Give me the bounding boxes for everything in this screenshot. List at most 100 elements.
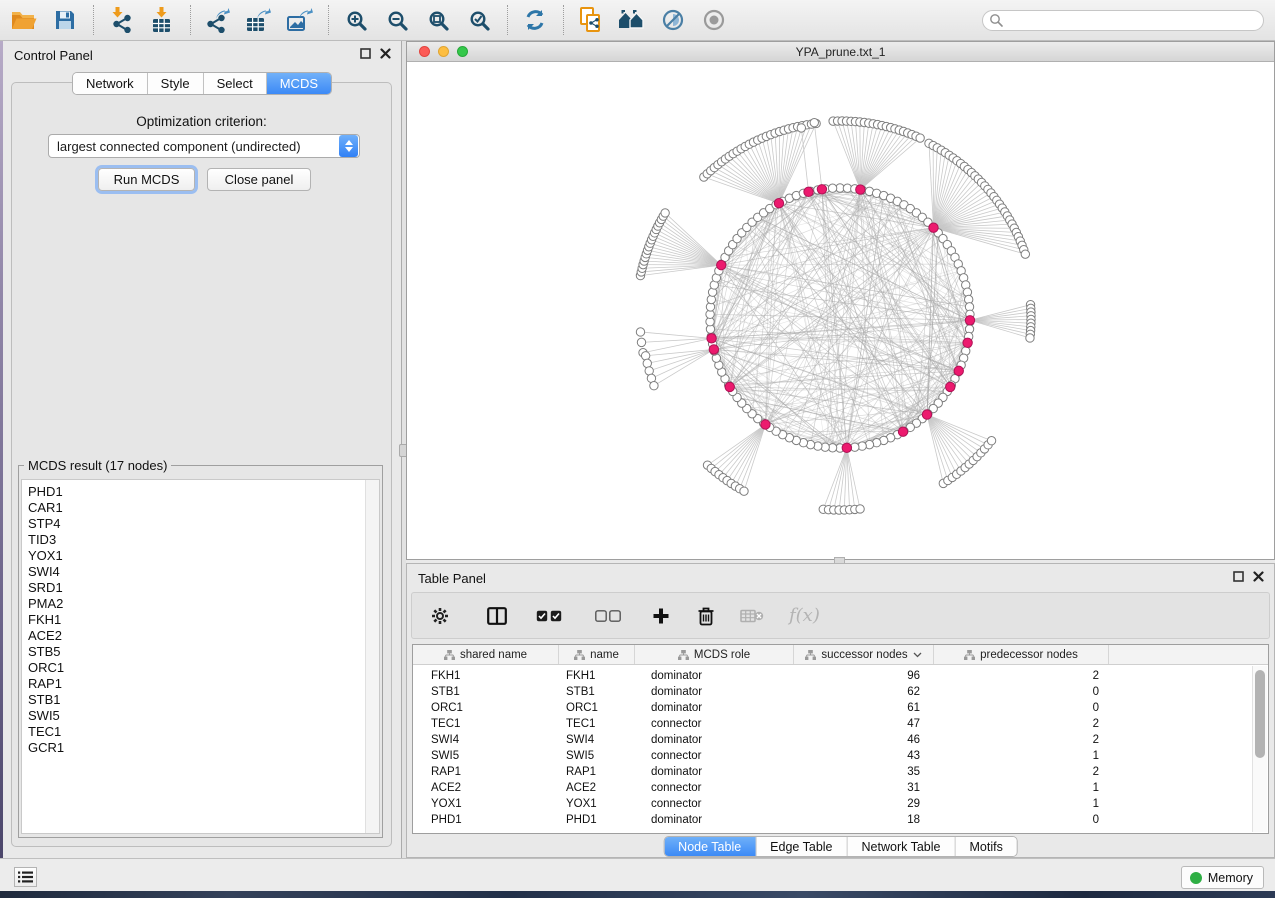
- tab-style[interactable]: Style: [148, 73, 204, 94]
- export-network-icon[interactable]: [203, 5, 233, 35]
- open-file-icon[interactable]: [9, 5, 39, 35]
- mcds-hub-node[interactable]: [709, 345, 718, 354]
- tab-edge-table[interactable]: Edge Table: [756, 837, 847, 856]
- mcds-result-item[interactable]: SWI4: [28, 564, 379, 580]
- mcds-result-item[interactable]: SRD1: [28, 580, 379, 596]
- table-row[interactable]: SWI4SWI4dominator462: [413, 732, 1268, 748]
- mcds-hub-node[interactable]: [842, 443, 851, 452]
- show-all-icon[interactable]: [699, 5, 729, 35]
- table-row[interactable]: ORC1ORC1dominator610: [413, 700, 1268, 716]
- export-table-icon[interactable]: [244, 5, 274, 35]
- network-window-titlebar[interactable]: YPA_prune.txt_1: [407, 42, 1274, 62]
- close-panel-icon[interactable]: [1253, 571, 1264, 582]
- column-header-name[interactable]: name: [559, 645, 635, 664]
- table-scrollbar[interactable]: [1252, 666, 1267, 832]
- search-input[interactable]: [1004, 14, 1263, 28]
- column-label: successor nodes: [821, 649, 907, 661]
- column-header-MCDS-role[interactable]: MCDS role: [635, 645, 794, 664]
- import-network-icon[interactable]: [106, 5, 136, 35]
- close-panel-button[interactable]: Close panel: [207, 168, 311, 191]
- tab-motifs[interactable]: Motifs: [955, 837, 1016, 856]
- table-row[interactable]: PHD1PHD1dominator180: [413, 812, 1268, 828]
- mcds-hub-node[interactable]: [963, 338, 972, 347]
- mcds-list-scrollbar[interactable]: [365, 480, 379, 833]
- table-row[interactable]: YOX1YOX1connector291: [413, 796, 1268, 812]
- search-box[interactable]: [982, 10, 1264, 31]
- table-row[interactable]: TEC1TEC1connector472: [413, 716, 1268, 732]
- mcds-result-item[interactable]: PMA2: [28, 596, 379, 612]
- table-row[interactable]: RAP1RAP1dominator352: [413, 764, 1268, 780]
- mcds-hub-node[interactable]: [929, 223, 938, 232]
- mcds-result-item[interactable]: STB1: [28, 692, 379, 708]
- memory-button[interactable]: Memory: [1181, 866, 1264, 889]
- mcds-hub-node[interactable]: [817, 185, 826, 194]
- float-panel-icon[interactable]: [1233, 571, 1244, 582]
- column-header-successor-nodes[interactable]: successor nodes: [794, 645, 934, 664]
- column-label: MCDS role: [694, 649, 750, 661]
- zoom-selected-icon[interactable]: [464, 5, 494, 35]
- apply-preferred-layout-icon[interactable]: [520, 5, 550, 35]
- mcds-result-item[interactable]: ACE2: [28, 628, 379, 644]
- tab-node-table[interactable]: Node Table: [664, 837, 756, 856]
- column-settings-icon[interactable]: [430, 606, 450, 626]
- show-columns-icon[interactable]: [487, 607, 507, 625]
- mcds-result-item[interactable]: PHD1: [28, 484, 379, 500]
- mcds-result-item[interactable]: SWI5: [28, 708, 379, 724]
- table-row[interactable]: SWI5SWI5connector431: [413, 748, 1268, 764]
- table-row[interactable]: FKH1FKH1dominator962: [413, 668, 1268, 684]
- memory-status-icon: [1190, 872, 1202, 884]
- clone-network-icon[interactable]: [576, 5, 606, 35]
- select-all-icon[interactable]: [536, 610, 562, 622]
- run-mcds-button[interactable]: Run MCDS: [98, 168, 195, 191]
- save-session-icon[interactable]: [50, 5, 80, 35]
- mcds-hub-node[interactable]: [946, 382, 955, 391]
- table-row[interactable]: ACE2ACE2connector311: [413, 780, 1268, 796]
- float-panel-icon[interactable]: [360, 48, 371, 59]
- task-history-button[interactable]: [14, 867, 37, 887]
- mcds-result-item[interactable]: RAP1: [28, 676, 379, 692]
- mcds-result-item[interactable]: ORC1: [28, 660, 379, 676]
- criterion-dropdown[interactable]: largest connected component (undirected): [48, 134, 360, 158]
- mcds-result-item[interactable]: YOX1: [28, 548, 379, 564]
- import-table-icon[interactable]: [147, 5, 177, 35]
- mcds-hub-node[interactable]: [965, 316, 974, 325]
- add-column-icon[interactable]: [652, 607, 670, 625]
- mcds-result-item[interactable]: TID3: [28, 532, 379, 548]
- mcds-hub-node[interactable]: [717, 260, 726, 269]
- deselect-all-icon[interactable]: [595, 610, 621, 622]
- mcds-hub-node[interactable]: [804, 187, 813, 196]
- mcds-hub-node[interactable]: [707, 334, 716, 343]
- table-row[interactable]: STB1STB1dominator620: [413, 684, 1268, 700]
- mcds-hub-node[interactable]: [922, 410, 931, 419]
- mcds-result-item[interactable]: STB5: [28, 644, 379, 660]
- mcds-hub-node[interactable]: [774, 199, 783, 208]
- mcds-hub-node[interactable]: [725, 382, 734, 391]
- hide-selected-icon[interactable]: [658, 5, 688, 35]
- delete-column-icon[interactable]: [697, 606, 715, 626]
- network-canvas[interactable]: [407, 62, 1274, 559]
- mcds-result-item[interactable]: FKH1: [28, 612, 379, 628]
- mcds-result-item[interactable]: TEC1: [28, 724, 379, 740]
- first-neighbors-icon[interactable]: [617, 5, 647, 35]
- zoom-out-icon[interactable]: [382, 5, 412, 35]
- table-panel-tabs: Node TableEdge TableNetwork TableMotifs: [663, 836, 1018, 857]
- mcds-hub-node[interactable]: [761, 420, 770, 429]
- mcds-hub-node[interactable]: [954, 366, 963, 375]
- column-header-predecessor-nodes[interactable]: predecessor nodes: [934, 645, 1109, 664]
- export-image-icon[interactable]: [285, 5, 315, 35]
- mcds-hub-node[interactable]: [856, 185, 865, 194]
- mcds-result-list[interactable]: PHD1CAR1STP4TID3YOX1SWI4SRD1PMA2FKH1ACE2…: [21, 479, 380, 834]
- zoom-fit-icon[interactable]: [423, 5, 453, 35]
- close-panel-icon[interactable]: [380, 48, 391, 59]
- tab-mcds[interactable]: MCDS: [267, 73, 331, 94]
- mcds-result-item[interactable]: STP4: [28, 516, 379, 532]
- table-scrollbar-thumb[interactable]: [1255, 670, 1265, 758]
- mcds-result-item[interactable]: CAR1: [28, 500, 379, 516]
- tab-select[interactable]: Select: [204, 73, 267, 94]
- tab-network[interactable]: Network: [73, 73, 148, 94]
- mcds-result-item[interactable]: GCR1: [28, 740, 379, 756]
- column-header-shared-name[interactable]: shared name: [413, 645, 559, 664]
- zoom-in-icon[interactable]: [341, 5, 371, 35]
- mcds-hub-node[interactable]: [898, 427, 907, 436]
- tab-network-table[interactable]: Network Table: [848, 837, 956, 856]
